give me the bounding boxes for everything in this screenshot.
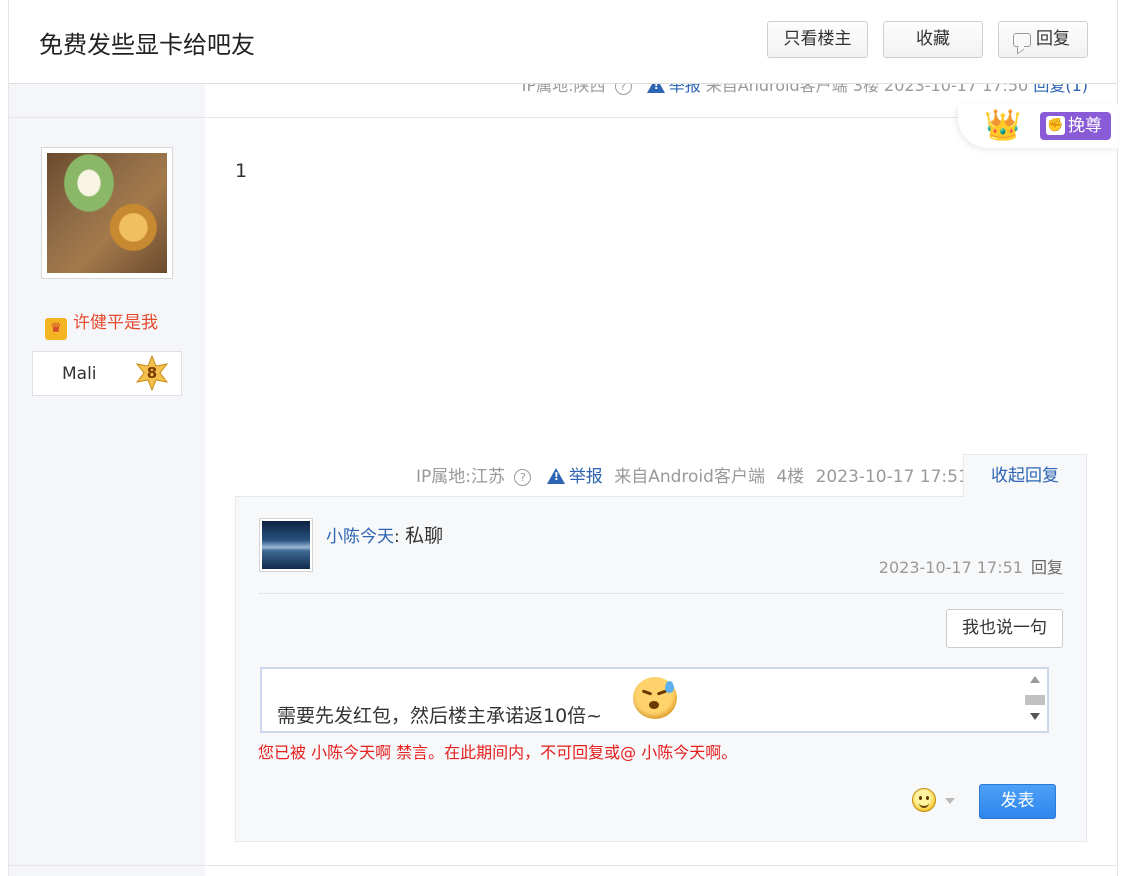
editor-text: 需要先发红包，然后楼主承诺返10倍~ xyxy=(277,705,603,727)
level-box[interactable]: Mali 8 xyxy=(32,351,182,396)
thread-header: 免费发些显卡给吧友 只看楼主 收藏 回复 xyxy=(9,0,1117,84)
sweat-emoji-icon xyxy=(633,677,677,719)
submit-button[interactable]: 发表 xyxy=(979,784,1056,819)
floor-number: 4楼 xyxy=(776,467,805,487)
commenter-avatar[interactable] xyxy=(259,518,313,572)
emoji-picker-icon[interactable] xyxy=(912,788,936,812)
post-content: 1 xyxy=(235,160,248,182)
comment-icon xyxy=(1013,33,1031,47)
favorite-button[interactable]: 收藏 xyxy=(883,21,983,58)
level-number: 8 xyxy=(146,364,158,382)
thread-title: 免费发些显卡给吧友 xyxy=(39,31,255,59)
editor-scrollbar[interactable] xyxy=(1023,669,1047,731)
chevron-down-icon[interactable] xyxy=(945,798,955,804)
vip-tag: ✊ 挽尊 xyxy=(1040,112,1111,140)
help-icon[interactable]: ? xyxy=(514,469,532,486)
reply-button[interactable]: 回复 xyxy=(998,21,1088,58)
vip-badge[interactable]: 👑 ✊ 挽尊 xyxy=(958,104,1118,148)
ip-location: IP属地:江苏 xyxy=(416,467,505,487)
comment-meta: 2023-10-17 17:51 回复 xyxy=(879,554,1063,578)
commenter-avatar-image xyxy=(262,521,310,569)
add-comment-button[interactable]: 我也说一句 xyxy=(946,609,1063,648)
comment-panel: 小陈今天: 私聊 2023-10-17 17:51 回复 我也说一句 需要先发红包… xyxy=(235,496,1087,842)
comment-text: 私聊 xyxy=(405,525,444,547)
scroll-down-icon[interactable] xyxy=(1030,713,1040,720)
floor-divider xyxy=(9,117,1117,118)
comment-divider xyxy=(259,593,1063,594)
reply-editor[interactable]: 需要先发红包，然后楼主承诺返10倍~ xyxy=(260,667,1049,733)
floor-meta: IP属地:江苏 ? 举报 来自Android客户端 4楼 2023-10-17 … xyxy=(416,462,969,487)
avatar-image xyxy=(47,153,167,273)
post-time: 2023-10-17 17:51 xyxy=(815,467,969,487)
fist-icon: ✊ xyxy=(1046,116,1065,135)
warning-icon xyxy=(546,468,565,484)
author-avatar[interactable] xyxy=(41,147,173,279)
level-star-icon: 8 xyxy=(134,354,170,392)
comment-line: 小陈今天: 私聊 xyxy=(326,525,444,547)
client-source: 来自Android客户端 xyxy=(614,467,765,487)
commenter-name-link[interactable]: 小陈今天 xyxy=(326,527,394,547)
vip-member-icon: ♛ xyxy=(45,318,67,340)
bottom-divider xyxy=(9,865,1117,866)
comment-reply-link[interactable]: 回复 xyxy=(1031,558,1063,577)
author-name-link[interactable]: ♛ 许健平是我 xyxy=(45,308,158,340)
only-op-button[interactable]: 只看楼主 xyxy=(767,21,868,58)
comment-time: 2023-10-17 17:51 xyxy=(878,558,1023,577)
ban-notice: 您已被 小陈今天啊 禁言。在此期间内，不可回复或@ 小陈今天啊。 xyxy=(258,743,738,762)
level-name: Mali xyxy=(62,364,97,384)
crown-icon: 👑 xyxy=(984,108,1022,143)
report-link[interactable]: 举报 xyxy=(546,467,603,487)
scroll-up-icon[interactable] xyxy=(1030,676,1040,683)
collapse-replies-tab[interactable]: 收起回复 xyxy=(963,454,1087,497)
scroll-thumb[interactable] xyxy=(1025,695,1045,705)
